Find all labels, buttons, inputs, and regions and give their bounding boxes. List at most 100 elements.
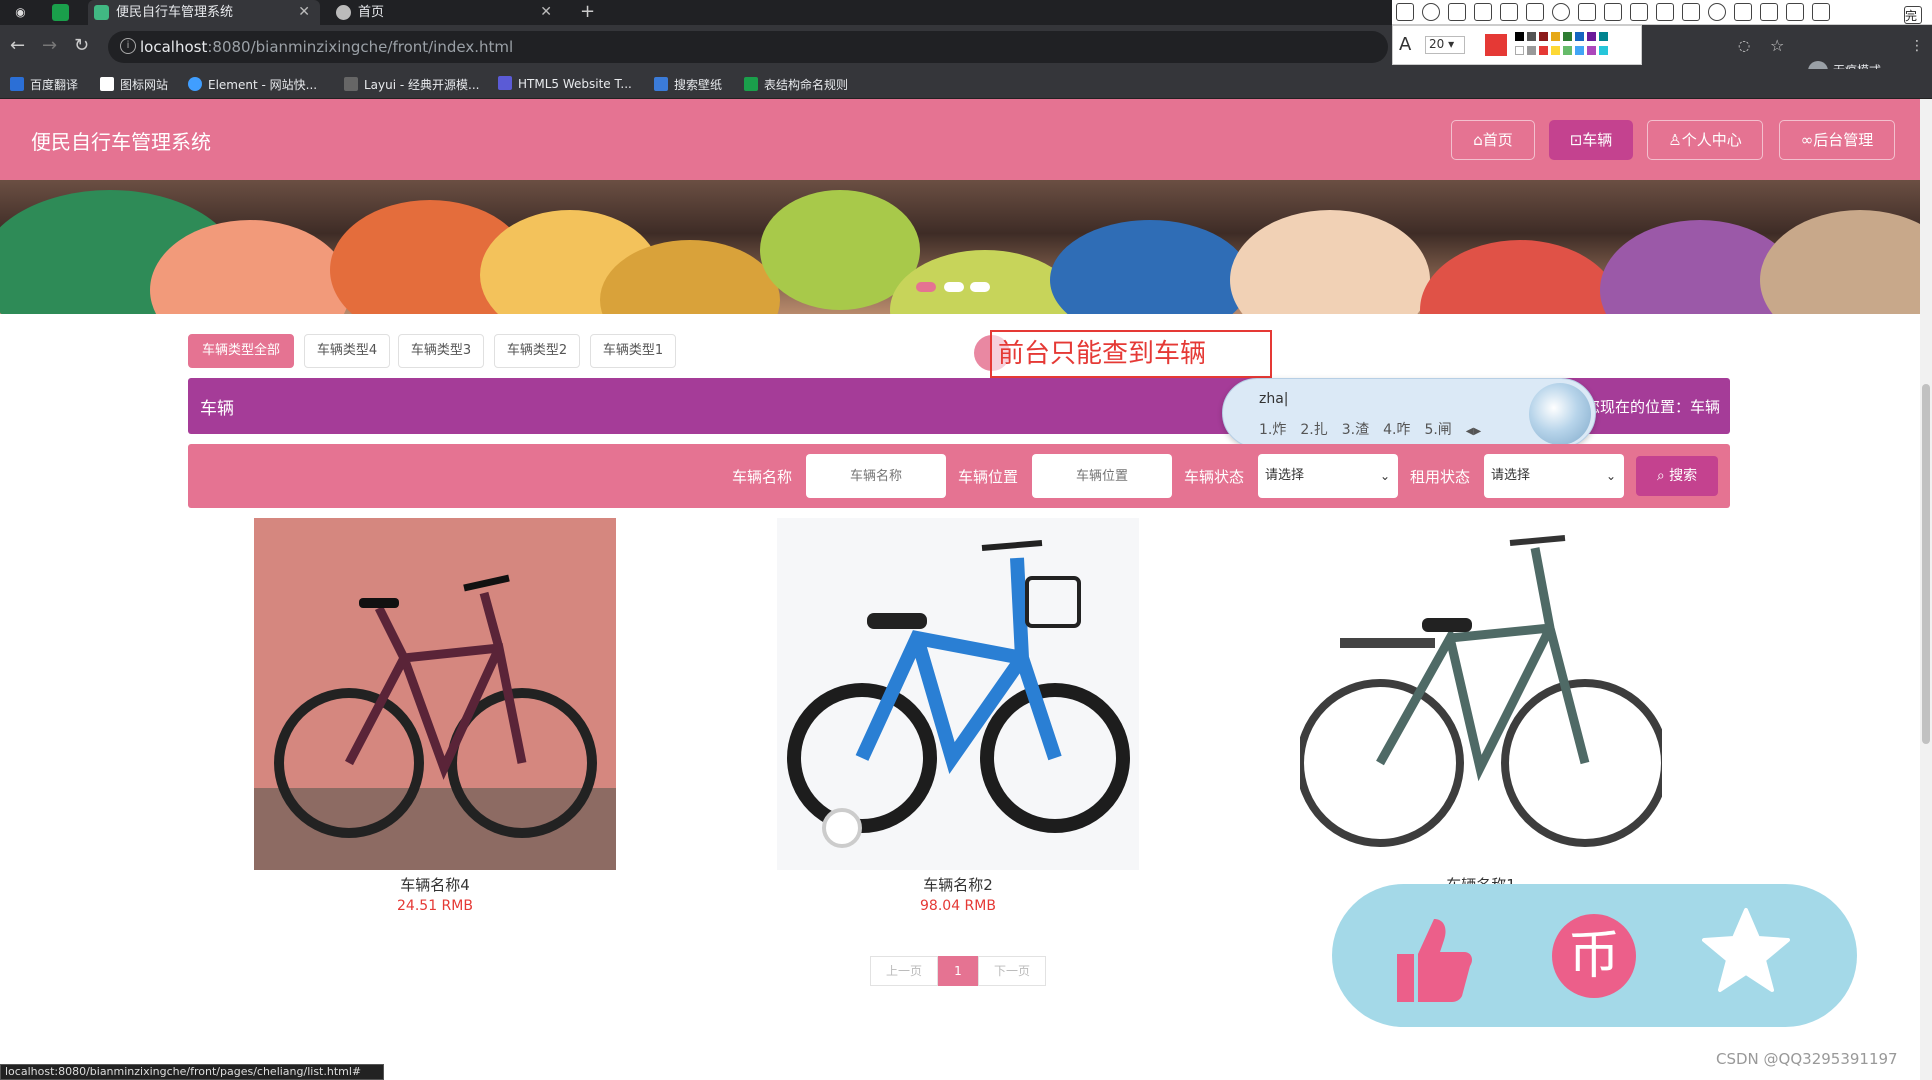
close-tab-icon[interactable]: ✕ (540, 0, 552, 25)
tab-search-icon[interactable] (52, 4, 69, 21)
color-swatch[interactable] (1539, 46, 1548, 55)
rectangle-tool-icon[interactable] (1396, 3, 1414, 21)
close-icon[interactable] (1812, 3, 1830, 21)
translate-icon[interactable] (1630, 3, 1648, 21)
address-bar[interactable]: i localhost:8080/bianminzixingche/front/… (108, 31, 1388, 63)
forward-icon[interactable]: → (42, 37, 57, 55)
product-name[interactable]: 车辆名称4 (254, 874, 616, 895)
browser-menu-icon[interactable]: ◉ (12, 4, 29, 21)
color-swatch[interactable] (1575, 46, 1584, 55)
product-image[interactable] (1300, 518, 1662, 870)
pen-tool-icon[interactable] (1474, 3, 1492, 21)
arrow-tool-icon[interactable] (1448, 3, 1466, 21)
color-swatch[interactable] (1527, 46, 1536, 55)
vehicle-location-input[interactable] (1032, 454, 1172, 498)
ime-candidate[interactable]: 3.渣 (1342, 422, 1369, 438)
color-swatch[interactable] (1527, 32, 1536, 41)
product-name[interactable]: 车辆名称2 (777, 874, 1139, 895)
ime-candidate[interactable]: 5.闸 (1424, 422, 1451, 438)
tab-bike-system[interactable]: 便民自行车管理系统 ✕ (88, 0, 320, 25)
scrollbar-thumb[interactable] (1922, 384, 1930, 744)
ime-candidate-window[interactable]: zha| 1.炸 2.扎 3.渣 4.咋 5.闸 ◀▶ (1222, 378, 1596, 448)
bookmark-item[interactable]: Layui - 经典开源模... (344, 76, 479, 93)
undo-icon[interactable] (1578, 3, 1596, 21)
save-icon[interactable] (1760, 3, 1778, 21)
bookmark-item[interactable]: 表结构命名规则 (744, 76, 848, 93)
star-favorite-icon[interactable] (1702, 906, 1790, 994)
eye-off-icon[interactable]: ◌ (1738, 37, 1750, 55)
color-swatch[interactable] (1575, 32, 1584, 41)
color-swatch[interactable] (1587, 32, 1596, 41)
product-image[interactable] (254, 518, 616, 870)
page-scrollbar[interactable] (1920, 99, 1932, 1080)
category-tab-1[interactable]: 车辆类型1 (590, 334, 676, 368)
number-tool-icon[interactable] (1552, 3, 1570, 21)
next-page-button[interactable]: 下一页 (978, 956, 1046, 986)
color-swatch[interactable] (1551, 46, 1560, 55)
tab-home[interactable]: 首页 ✕ (330, 0, 562, 25)
carousel-dot[interactable] (916, 282, 936, 292)
product-card[interactable]: 车辆名称2 98.04 RMB (777, 518, 1139, 918)
coin-icon[interactable]: 币 (1552, 914, 1636, 998)
color-swatch[interactable] (1599, 32, 1608, 41)
info-icon[interactable]: i (120, 38, 136, 54)
banner-carousel[interactable] (0, 180, 1920, 314)
magic-icon[interactable] (1682, 3, 1700, 21)
pin-icon[interactable] (1604, 3, 1622, 21)
product-card[interactable]: 车辆名称4 24.51 RMB (254, 518, 616, 918)
bookmark-item[interactable]: HTML5 Website T... (498, 76, 632, 91)
carousel-dot[interactable] (970, 282, 990, 292)
product-card[interactable]: 车辆名称1 (1300, 518, 1662, 918)
color-swatch[interactable] (1563, 32, 1572, 41)
close-tab-icon[interactable]: ✕ (298, 0, 310, 25)
text-tool-icon[interactable] (1526, 3, 1544, 21)
category-tab-3[interactable]: 车辆类型3 (398, 334, 484, 368)
category-tab-4[interactable]: 车辆类型4 (304, 334, 390, 368)
category-tab-2[interactable]: 车辆类型2 (494, 334, 580, 368)
ime-candidate[interactable]: 4.咋 (1383, 422, 1410, 438)
category-tab-all[interactable]: 车辆类型全部 (188, 334, 294, 368)
nav-profile[interactable]: ♙个人中心 (1647, 120, 1763, 160)
rent-status-select[interactable]: 请选择 ⌄ (1484, 454, 1624, 498)
vehicle-status-select[interactable]: 请选择 ⌄ (1258, 454, 1398, 498)
color-swatch[interactable] (1515, 46, 1524, 55)
color-swatch[interactable] (1599, 46, 1608, 55)
product-image[interactable] (777, 518, 1139, 870)
color-swatch[interactable] (1539, 32, 1548, 41)
product-price: 24.51 RMB (397, 898, 473, 914)
ime-candidate[interactable]: 1.炸 (1259, 422, 1286, 438)
back-icon[interactable]: ← (10, 37, 25, 55)
nav-admin[interactable]: ∞后台管理 (1779, 120, 1895, 160)
bookmark-item[interactable]: 图标网站 (100, 76, 168, 93)
more-menu-icon[interactable]: ⋮ (1910, 37, 1924, 55)
color-swatch[interactable] (1587, 46, 1596, 55)
record-icon[interactable] (1708, 3, 1726, 21)
download-icon[interactable] (1734, 3, 1752, 21)
page-number-button[interactable]: 1 (938, 956, 978, 986)
prev-page-button[interactable]: 上一页 (870, 956, 938, 986)
vue-icon (94, 5, 109, 20)
color-swatch[interactable] (1551, 32, 1560, 41)
reload-icon[interactable]: ↻ (74, 37, 89, 55)
mosaic-tool-icon[interactable] (1500, 3, 1518, 21)
ime-page-arrows-icon[interactable]: ◀▶ (1466, 426, 1481, 437)
font-size-select[interactable]: 20 ▾ (1425, 36, 1465, 54)
search-button[interactable]: ⌕ 搜索 (1636, 456, 1718, 496)
color-swatch[interactable] (1515, 32, 1524, 41)
nav-home[interactable]: ⌂首页 (1451, 120, 1535, 160)
vehicle-name-input[interactable] (806, 454, 946, 498)
selected-color-swatch[interactable] (1485, 34, 1507, 56)
thumbs-up-icon[interactable] (1392, 914, 1472, 1004)
bookmark-item[interactable]: Element - 网站快... (188, 76, 317, 93)
new-tab-icon[interactable]: + (580, 0, 595, 24)
bookmark-item[interactable]: 搜索壁纸 (654, 76, 722, 93)
nav-vehicles[interactable]: ⊡车辆 (1549, 120, 1633, 160)
bookmark-item[interactable]: 百度翻译 (10, 76, 78, 93)
bookmark-icon[interactable] (1786, 3, 1804, 21)
color-swatch[interactable] (1563, 46, 1572, 55)
star-bookmark-icon[interactable]: ☆ (1770, 37, 1784, 55)
ellipse-tool-icon[interactable] (1422, 3, 1440, 21)
ime-candidate[interactable]: 2.扎 (1300, 422, 1327, 438)
carousel-dot[interactable] (944, 282, 964, 292)
ocr-icon[interactable] (1656, 3, 1674, 21)
